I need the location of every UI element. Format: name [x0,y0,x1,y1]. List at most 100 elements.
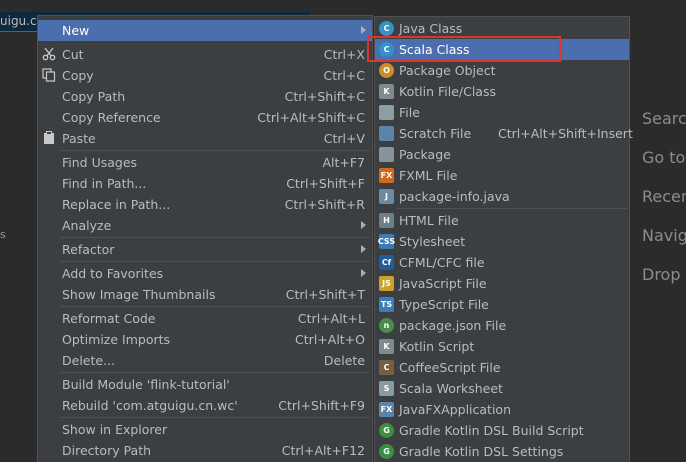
submenu-item-label: JavaScript File [399,276,487,291]
submenu-item-label: Package Object [399,63,496,78]
menu-item-label: Refactor [62,242,115,257]
submenu-item-label: CFML/CFC file [399,255,485,270]
menu-item-new[interactable]: New [38,20,372,41]
submenu-item-file[interactable]: File [375,102,629,123]
submenu-item-label: package.json File [399,318,507,333]
menu-item-rebuild[interactable]: Rebuild 'com.atguigu.cn.wc' Ctrl+Shift+F… [38,395,372,416]
menu-item-label: Show in Explorer [62,422,168,437]
submenu-item-kotlin-script[interactable]: K Kotlin Script [375,336,629,357]
kotlin-file-icon: K [379,84,394,99]
submenu-item-scala-worksheet[interactable]: S Scala Worksheet [375,378,629,399]
menu-item-shortcut: Ctrl+Alt+L [297,311,365,326]
context-menu: New Cut Ctrl+X Copy Ctrl+C Copy Path Ctr… [37,15,373,462]
submenu-item-package[interactable]: Package [375,144,629,165]
menu-item-shortcut: Ctrl+Shift+R [284,197,365,212]
submenu-item-gradle-settings[interactable]: G Gradle Kotlin DSL Settings [375,441,629,462]
package-object-icon: O [379,63,394,78]
submenu-item-label: HTML File [399,213,459,228]
menu-item-shortcut: Ctrl+Shift+C [284,89,365,104]
menu-item-find-in-path[interactable]: Find in Path... Ctrl+Shift+F [38,173,372,194]
menu-item-copy[interactable]: Copy Ctrl+C [38,65,372,86]
menu-item-label: Show Image Thumbnails [62,287,216,302]
submenu-item-javascript-file[interactable]: JS JavaScript File [375,273,629,294]
menu-item-build-module[interactable]: Build Module 'flink-tutorial' [38,374,372,395]
package-info-icon: J [379,189,394,204]
menu-item-label: Directory Path [62,443,152,458]
menu-item-label: Analyze [62,218,112,233]
menu-item-directory-path[interactable]: Directory Path Ctrl+Alt+F12 [38,440,372,461]
submenu-item-label: Kotlin File/Class [399,84,496,99]
stylesheet-icon: CSS [378,234,395,249]
coffeescript-file-icon: C [379,360,394,375]
submenu-item-label: File [399,105,420,120]
menu-item-optimize-imports[interactable]: Optimize Imports Ctrl+Alt+O [38,329,372,350]
submenu-item-cfml-file[interactable]: Cf CFML/CFC file [375,252,629,273]
submenu-item-package-json[interactable]: n package.json File [375,315,629,336]
menu-item-shortcut: Ctrl+Shift+F9 [278,398,365,413]
menu-separator [60,261,370,262]
submenu-item-html-file[interactable]: H HTML File [375,210,629,231]
menu-item-delete[interactable]: Delete... Delete [38,350,372,371]
java-class-icon: C [379,21,394,36]
menu-item-shortcut: Ctrl+X [323,47,365,62]
submenu-item-label: FXML File [399,168,458,183]
submenu-item-label: package-info.java [399,189,510,204]
submenu-item-kotlin-file[interactable]: K Kotlin File/Class [375,81,629,102]
scala-worksheet-icon: S [379,381,394,396]
menu-item-shortcut: Ctrl+Shift+F [286,176,365,191]
menu-item-shortcut: Delete [323,353,365,368]
menu-item-analyze[interactable]: Analyze [38,215,372,236]
submenu-arrow-icon [361,26,366,34]
submenu-item-scratch-file[interactable]: Scratch File Ctrl+Alt+Shift+Insert [375,123,633,144]
package-icon [379,147,394,162]
menu-item-copy-path[interactable]: Copy Path Ctrl+Shift+C [38,86,372,107]
gradle-settings-icon: G [379,444,394,459]
submenu-item-javafx-application[interactable]: FX JavaFXApplication [375,399,629,420]
menu-item-label: Copy Path [62,89,126,104]
html-file-icon: H [379,213,394,228]
submenu-item-label: Gradle Kotlin DSL Settings [399,444,564,459]
submenu-separator [397,208,627,209]
menu-item-label: Paste [62,131,96,146]
submenu-arrow-icon [361,269,366,277]
submenu-item-typescript-file[interactable]: TS TypeScript File [375,294,629,315]
menu-item-label: Delete... [62,353,115,368]
menu-item-label: Reformat Code [62,311,156,326]
submenu-item-label: Package [399,147,451,162]
menu-item-label: Optimize Imports [62,332,171,347]
submenu-item-gradle[interactable]: G Gradle Kotlin DSL Build Script [375,420,629,441]
submenu-item-package-object[interactable]: O Package Object [375,60,629,81]
menu-item-show-image-thumbnails[interactable]: Show Image Thumbnails Ctrl+Shift+T [38,284,372,305]
menu-item-reformat-code[interactable]: Reformat Code Ctrl+Alt+L [38,308,372,329]
menu-item-cut[interactable]: Cut Ctrl+X [38,44,372,65]
menu-item-paste[interactable]: Paste Ctrl+V [38,128,372,149]
annotation-highlight-box [367,36,561,62]
javafx-application-icon: FX [379,402,394,417]
submenu-item-coffeescript-file[interactable]: C CoffeeScript File [375,357,629,378]
submenu-item-fxml-file[interactable]: FX FXML File [375,165,629,186]
submenu-arrow-icon [361,221,366,229]
menu-item-add-to-favorites[interactable]: Add to Favorites [38,263,372,284]
menu-item-label: Copy Reference [62,110,161,125]
menu-item-shortcut: Alt+F7 [322,155,365,170]
menu-item-show-in-explorer[interactable]: Show in Explorer [38,419,372,440]
menu-item-shortcut: Ctrl+Shift+T [285,287,365,302]
submenu-item-package-info[interactable]: Jpackage-info.java [375,186,629,207]
clipboard-icon [42,131,56,145]
submenu-item-label: JavaFXApplication [399,402,511,417]
submenu-item-label: Stylesheet [399,234,466,249]
menu-separator [60,237,370,238]
menu-item-refactor[interactable]: Refactor [38,239,372,260]
hint-drop: Drop [642,265,681,284]
submenu-item-label: TypeScript File [399,297,489,312]
submenu-item-label: Kotlin Script [399,339,475,354]
menu-item-replace-in-path[interactable]: Replace in Path... Ctrl+Shift+R [38,194,372,215]
menu-item-copy-reference[interactable]: Copy Reference Ctrl+Alt+Shift+C [38,107,372,128]
menu-separator [60,417,370,418]
copy-icon [42,68,56,82]
submenu-item-stylesheet[interactable]: CSS Stylesheet [375,231,629,252]
submenu-item-shortcut: Ctrl+Alt+Shift+Insert [498,126,633,141]
menu-item-label: Rebuild 'com.atguigu.cn.wc' [62,398,238,413]
menu-item-find-usages[interactable]: Find Usages Alt+F7 [38,152,372,173]
menu-separator [60,150,370,151]
